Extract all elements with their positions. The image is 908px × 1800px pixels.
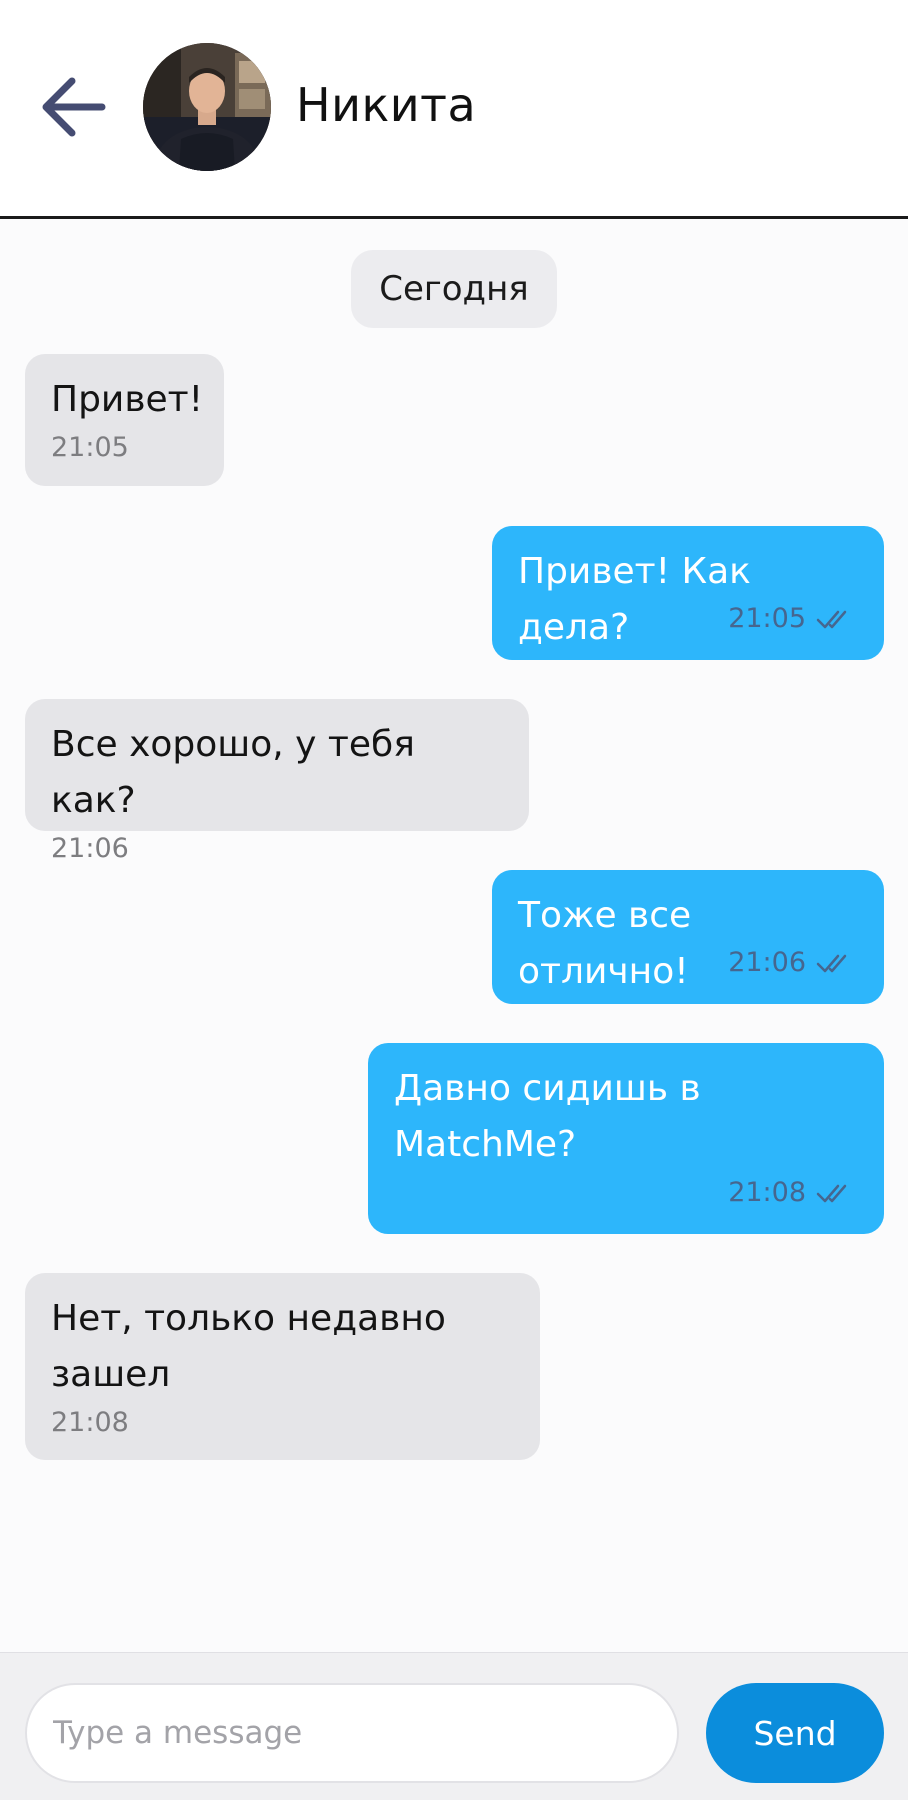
send-button[interactable]: Send <box>706 1683 884 1783</box>
contact-photo <box>143 43 271 171</box>
message-text: Давно сидишь в MatchMe? <box>394 1068 701 1165</box>
double-check-icon <box>816 954 847 972</box>
message-time: 21:08 <box>51 1407 129 1438</box>
message-text: Привет! Как дела? <box>518 551 751 648</box>
message-time: 21:05 <box>728 603 806 634</box>
contact-name: Никита <box>296 78 477 132</box>
chat-header: Никита <box>0 0 908 219</box>
incoming-message[interactable]: Нет, только недавно зашел 21:08 <box>25 1273 540 1460</box>
outgoing-message[interactable]: Тоже все отлично! 21:06 <box>492 870 884 1004</box>
arrow-left-icon <box>42 77 106 137</box>
outgoing-message[interactable]: Давно сидишь в MatchMe? 21:08 <box>368 1043 884 1234</box>
message-text: Тоже все отлично! <box>518 895 692 992</box>
back-button[interactable] <box>38 74 108 140</box>
double-check-icon <box>816 1184 847 1202</box>
message-input[interactable] <box>25 1683 679 1783</box>
message-meta: 21:08 <box>728 1177 856 1208</box>
avatar[interactable] <box>143 43 271 171</box>
message-time: 21:08 <box>728 1177 806 1208</box>
message-meta: 21:06 <box>728 947 856 978</box>
message-composer: Send <box>0 1652 908 1800</box>
message-time: 21:05 <box>51 432 129 463</box>
date-divider: Сегодня <box>351 250 557 328</box>
message-text: Нет, только недавно зашел <box>51 1298 446 1395</box>
incoming-message[interactable]: Все хорошо, у тебя как? 21:06 <box>25 699 529 864</box>
message-text: Все хорошо, у тебя как? <box>51 724 415 821</box>
double-check-icon <box>816 610 847 628</box>
message-meta: 21:05 <box>728 603 856 634</box>
message-time: 21:06 <box>51 833 129 864</box>
outgoing-message[interactable]: Привет! Как дела? 21:05 <box>492 526 884 660</box>
message-text: Привет! <box>51 379 204 420</box>
message-time: 21:06 <box>728 947 806 978</box>
incoming-message[interactable]: Привет! 21:05 <box>25 354 224 486</box>
